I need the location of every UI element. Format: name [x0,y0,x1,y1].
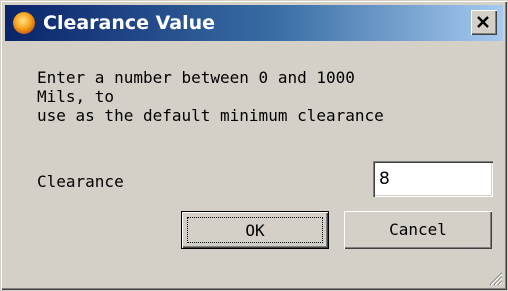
clearance-label: Clearance [37,172,124,191]
app-flame-icon [13,12,35,34]
clearance-dialog: Clearance Value Enter a number between 0… [0,0,508,291]
clearance-input[interactable] [373,161,493,197]
close-icon [477,16,489,28]
instruction-line-1: Enter a number between 0 and 1000 [37,68,355,87]
cancel-button[interactable]: Cancel [344,211,492,249]
resize-grip-icon[interactable] [487,270,503,286]
instruction-text: Enter a number between 0 and 1000 Mils, … [37,68,384,125]
title-bar[interactable]: Clearance Value [5,5,503,41]
instruction-line-2: Mils, to [37,87,115,106]
ok-button-label: OK [245,221,265,240]
instruction-line-3: use as the default minimum clearance [37,106,384,125]
cancel-button-label: Cancel [389,220,447,239]
dialog-title: Clearance Value [43,12,216,34]
close-button[interactable] [471,10,497,35]
ok-button[interactable]: OK [181,211,329,249]
